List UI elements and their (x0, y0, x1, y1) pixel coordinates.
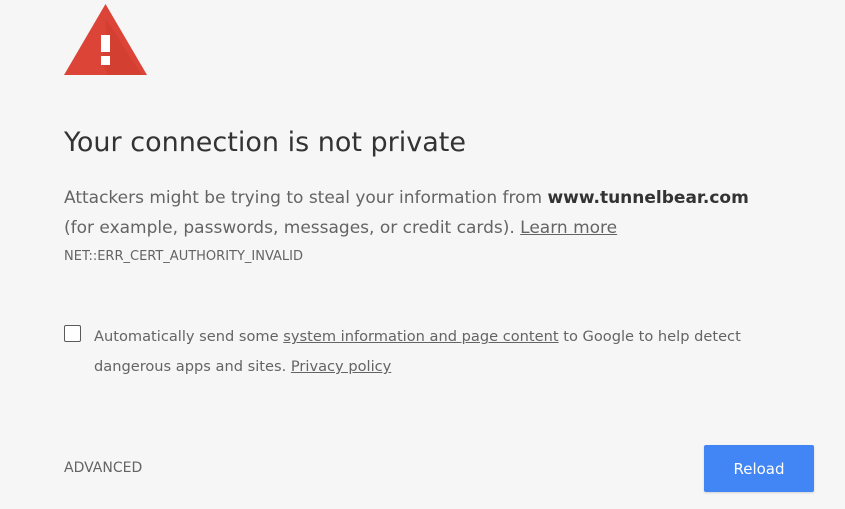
safe-browsing-optin-text: Automatically send some system informati… (94, 322, 774, 382)
site-domain: www.tunnelbear.com (547, 188, 749, 208)
system-info-link[interactable]: system information and page content (283, 328, 558, 345)
send-report-checkbox[interactable] (64, 325, 81, 342)
explanation-prefix: Attackers might be trying to steal your … (64, 188, 548, 208)
page-title: Your connection is not private (64, 127, 466, 158)
error-code: NET::ERR_CERT_AUTHORITY_INVALID (64, 249, 304, 264)
explanation-suffix: (for example, passwords, messages, or cr… (64, 218, 521, 238)
learn-more-link[interactable]: Learn more (520, 218, 617, 238)
privacy-policy-link[interactable]: Privacy policy (291, 358, 391, 375)
error-explanation: Attackers might be trying to steal your … (64, 183, 784, 243)
optin-prefix: Automatically send some (94, 328, 284, 345)
advanced-button[interactable]: ADVANCED (64, 460, 142, 476)
warning-triangle-icon (64, 4, 147, 75)
reload-button[interactable]: Reload (704, 445, 814, 492)
